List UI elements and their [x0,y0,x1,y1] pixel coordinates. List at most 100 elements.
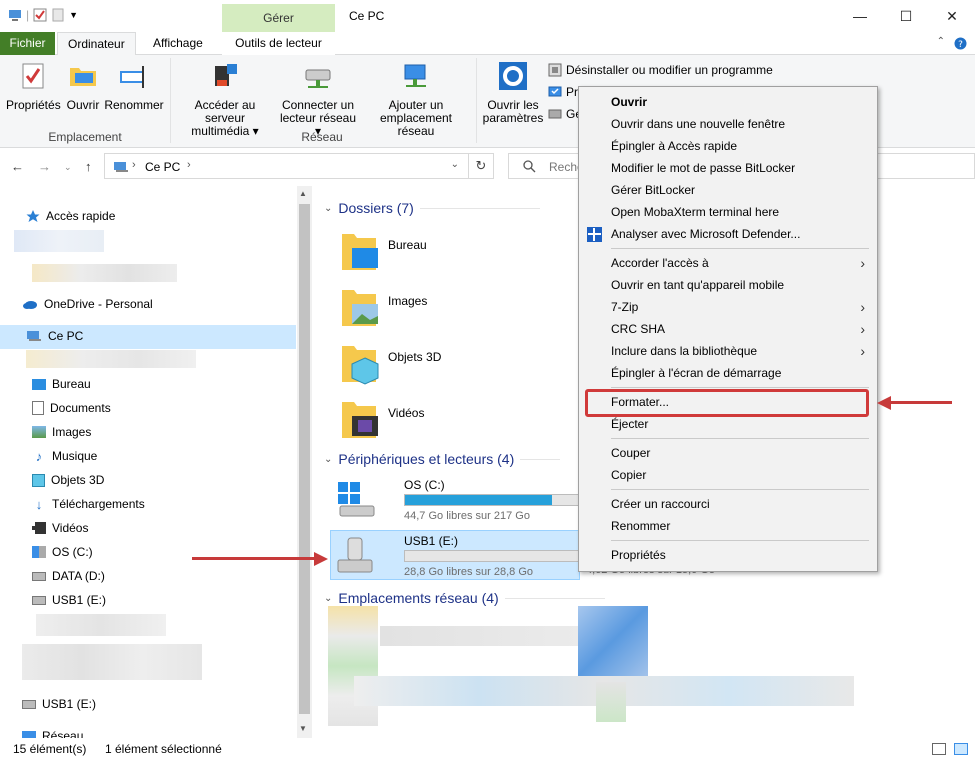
computer-icon[interactable] [8,8,22,22]
menu-item-proprietes[interactable]: Propriétés [579,544,877,566]
system-properties-icon [548,86,562,97]
scroll-up-icon[interactable]: ▲ [299,189,307,198]
recent-locations-chevron-icon[interactable]: ⌄ [64,162,72,173]
help-icon[interactable]: ? [954,37,967,53]
menu-item-open-mobaxterm[interactable]: Open MobaXterm terminal here [579,201,877,223]
sidebar-item-onedrive[interactable]: OneDrive - Personal [22,294,153,314]
menu-item-copier[interactable]: Copier [579,464,877,486]
menu-separator [611,489,869,490]
drive-usage-bar [404,494,592,506]
address-dropdown-icon[interactable]: ⌄ [451,159,459,170]
menu-item-inclure-bibliotheque[interactable]: Inclure dans la bibliothèque › [579,340,877,362]
sidebar-item-videos[interactable]: Vidéos [32,518,88,538]
group-label-reseau: Réseau [301,130,343,144]
address-bar[interactable]: › Ce PC › ⌄ [104,153,494,179]
menu-item-accorder-acces[interactable]: Accorder l'accès à › [579,252,877,274]
details-view-icon[interactable] [932,743,946,755]
up-arrow-icon[interactable]: ↑ [85,159,92,174]
ajouter-emplacement-reseau-button[interactable]: Ajouter un emplacement réseau [362,60,470,138]
divider [520,458,561,460]
ribbon-collapse-icon[interactable]: ⌃ [937,36,945,47]
folder-objets-3d[interactable]: Objets 3D [340,342,441,386]
menu-item-analyser-defender[interactable]: Analyser avec Microsoft Defender... [579,223,877,245]
sidebar-scrollbar[interactable]: ▲ ▼ [297,186,312,738]
sidebar-item-usb1-e-root[interactable]: USB1 (E:) [22,694,96,714]
hard-drive-icon [32,571,46,581]
maximize-button[interactable]: ☐ [883,0,929,32]
tab-ordinateur[interactable]: Ordinateur [57,32,136,56]
forward-arrow-icon[interactable]: → [38,159,51,174]
drive-os-c[interactable]: OS (C:) 44,7 Go libres sur 217 Go [330,474,592,524]
sidebar-item-documents[interactable]: Documents [32,398,111,418]
minimize-button[interactable]: — [837,0,883,32]
connecter-lecteur-reseau-button[interactable]: Connecter un lecteur réseau ▾ [276,60,360,138]
menu-item-ouvrir-nouvelle-fenetre[interactable]: Ouvrir dans une nouvelle fenêtre [579,113,877,135]
computer-icon [114,162,128,172]
sidebar-item-images[interactable]: Images [32,422,91,442]
sidebar-item-objets-3d[interactable]: Objets 3D [32,470,104,490]
sidebar-item-ce-pc[interactable]: Ce PC [26,326,83,346]
chevron-down-icon[interactable]: ⌄ [324,593,332,604]
refresh-button[interactable]: ↻ [468,153,494,179]
section-peripheriques[interactable]: ⌄ Périphériques et lecteurs (4) [324,451,561,467]
section-dossiers[interactable]: ⌄ Dossiers (7) [324,200,540,216]
window-title: Ce PC [349,9,385,23]
menu-item-crc-sha[interactable]: CRC SHA › [579,318,877,340]
usb-drive-icon [32,595,46,605]
sidebar-item-reseau[interactable]: Réseau [22,726,83,738]
acceder-serveur-multimedia-button[interactable]: Accéder au serveur multimédia ▾ [176,60,274,138]
drive-usb1-e[interactable]: USB1 (E:) 28,8 Go libres sur 28,8 Go [330,530,592,580]
folder-videos[interactable]: Vidéos [340,398,424,442]
chevron-down-icon[interactable]: ⌄ [324,203,332,214]
refresh-icon: ↻ [475,158,487,173]
menu-item-ouvrir[interactable]: Ouvrir [579,91,877,113]
chevron-right-icon: › [860,299,865,315]
sidebar-item-acces-rapide[interactable]: Accès rapide [26,206,115,226]
ouvrir-parametres-button[interactable]: Ouvrir les paramètres [482,60,544,125]
breadcrumb-chevron-icon[interactable]: › [132,159,136,171]
separator: | [26,8,30,22]
windows-drive-icon [338,482,375,517]
uninstall-icon [548,63,562,77]
menu-item-renommer[interactable]: Renommer [579,515,877,537]
back-arrow-icon[interactable]: ← [11,159,24,174]
sidebar-item-data-d[interactable]: DATA (D:) [32,566,105,586]
proprietes-systeme-button[interactable]: Pr [548,85,578,99]
ouvrir-button[interactable]: Ouvrir [64,60,102,112]
menu-item-creer-raccourci[interactable]: Créer un raccourci [579,493,877,515]
breadcrumb-chevron-icon[interactable]: › [187,159,191,171]
section-emplacements-reseau[interactable]: ⌄ Emplacements réseau (4) [324,590,605,606]
annotation-highlight-formater [585,389,869,417]
sidebar-item-telechargements[interactable]: ↓ Téléchargements [32,494,145,514]
proprietes-button[interactable]: Propriétés [6,60,61,112]
desktop-folder-icon [342,234,378,270]
close-button[interactable]: ✕ [929,0,975,32]
menu-item-couper[interactable]: Couper [579,442,877,464]
menu-item-epingler-acces-rapide[interactable]: Épingler à Accès rapide [579,135,877,157]
menu-item-modifier-mot-de-passe-bitlocker[interactable]: Modifier le mot de passe BitLocker [579,157,877,179]
qat-dropdown-icon[interactable]: ▼ [69,10,78,20]
renommer-button[interactable]: Renommer [104,60,164,112]
breadcrumb-ce-pc[interactable]: Ce PC [145,160,180,174]
folder-bureau[interactable]: Bureau [340,230,427,274]
gerer-button[interactable]: Gé [548,107,582,121]
tab-outils-de-lecteur[interactable]: Outils de lecteur [222,32,335,55]
menu-item-epingler-demarrage[interactable]: Épingler à l'écran de démarrage [579,362,877,384]
sidebar-item-musique[interactable]: ♪ Musique [32,446,98,466]
tab-fichier[interactable]: Fichier [0,32,55,55]
large-icons-view-icon[interactable] [954,743,968,755]
tab-affichage[interactable]: Affichage [143,32,213,55]
sidebar-item-usb1-e[interactable]: USB1 (E:) [32,590,106,610]
scroll-down-icon[interactable]: ▼ [299,724,307,733]
sidebar-item-bureau[interactable]: Bureau [32,374,91,394]
properties-check-icon[interactable] [33,8,47,22]
sidebar-item-os-c[interactable]: OS (C:) [32,542,93,562]
chevron-down-icon[interactable]: ⌄ [324,454,332,465]
menu-item-gerer-bitlocker[interactable]: Gérer BitLocker [579,179,877,201]
new-folder-icon[interactable] [51,8,65,22]
menu-item-7zip[interactable]: 7-Zip › [579,296,877,318]
desinstaller-programme-button[interactable]: Désinstaller ou modifier un programme [548,63,773,77]
scrollbar-thumb[interactable] [299,204,310,714]
menu-item-ouvrir-appareil-mobile[interactable]: Ouvrir en tant qu'appareil mobile [579,274,877,296]
folder-images[interactable]: Images [340,286,427,330]
